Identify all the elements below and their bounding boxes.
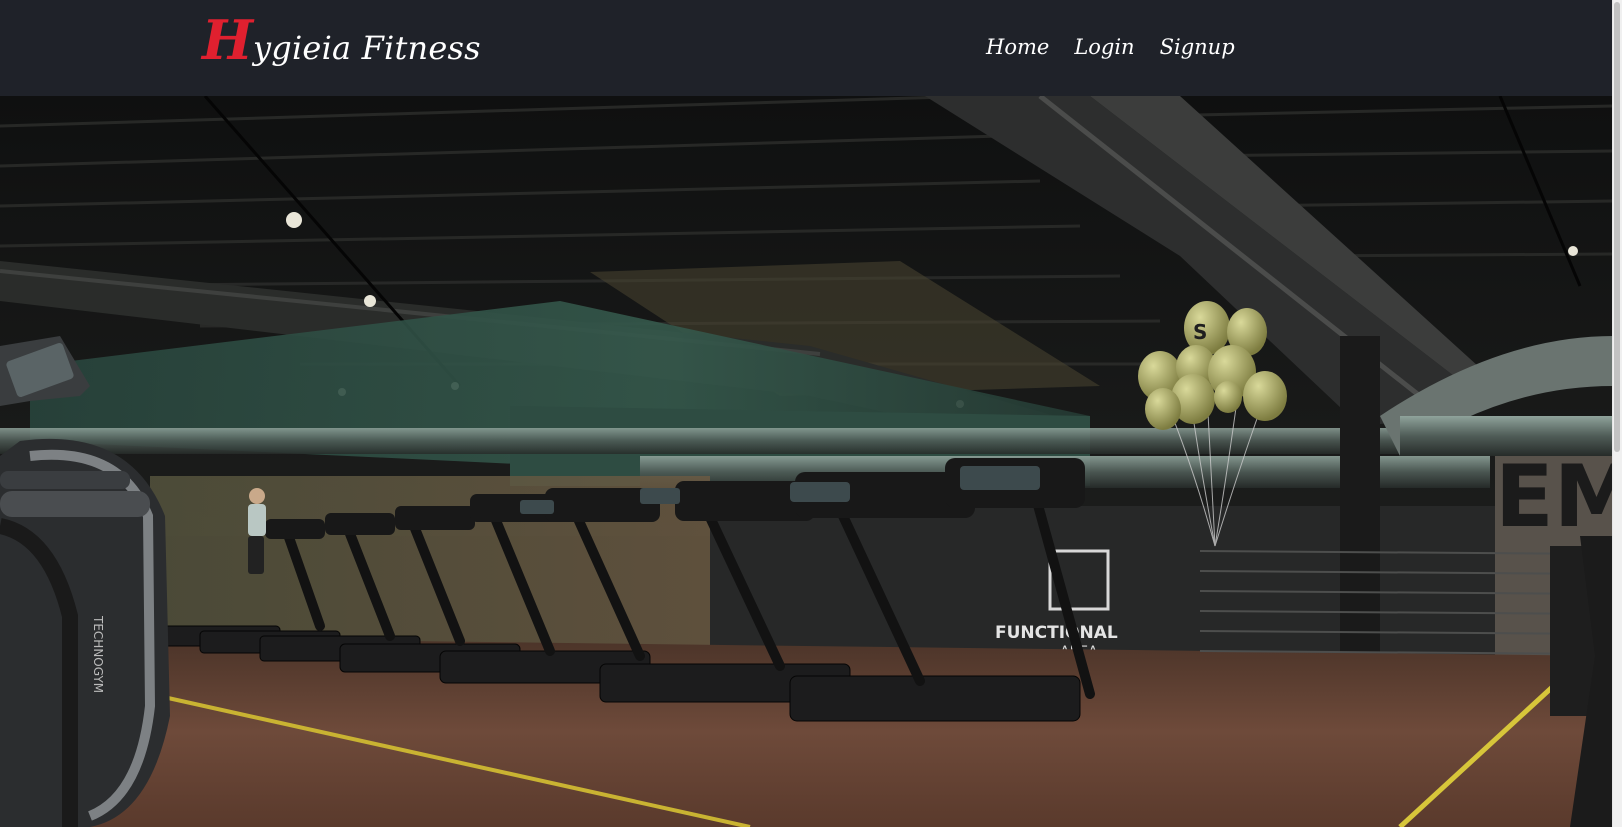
brand-name: ygieia Fitness [253,29,481,67]
machine-brand-label: TECHNOGYM [91,615,105,693]
brand-initial: H [202,8,254,72]
hero-gym-image: FUNCTIONAL AREA EM [0,96,1613,827]
brand-logo-link[interactable]: H ygieia Fitness [202,10,481,70]
nav-login-link[interactable]: Login [1074,30,1134,64]
wall-text-em: EM [1495,447,1613,547]
balloon-logo: S [1193,320,1207,344]
nav-signup-link[interactable]: Signup [1160,30,1235,64]
scrollbar-thumb[interactable] [1614,2,1620,452]
gym-illustration: FUNCTIONAL AREA EM [0,96,1613,827]
nav-menu: Home Login Signup [986,30,1235,64]
wall-text-functional: FUNCTIONAL [995,623,1118,643]
nav-home-link[interactable]: Home [986,30,1049,64]
page-scrollbar[interactable] [1612,0,1622,827]
person-on-treadmill [248,488,266,574]
top-navbar: H ygieia Fitness Home Login Signup [0,0,1613,96]
